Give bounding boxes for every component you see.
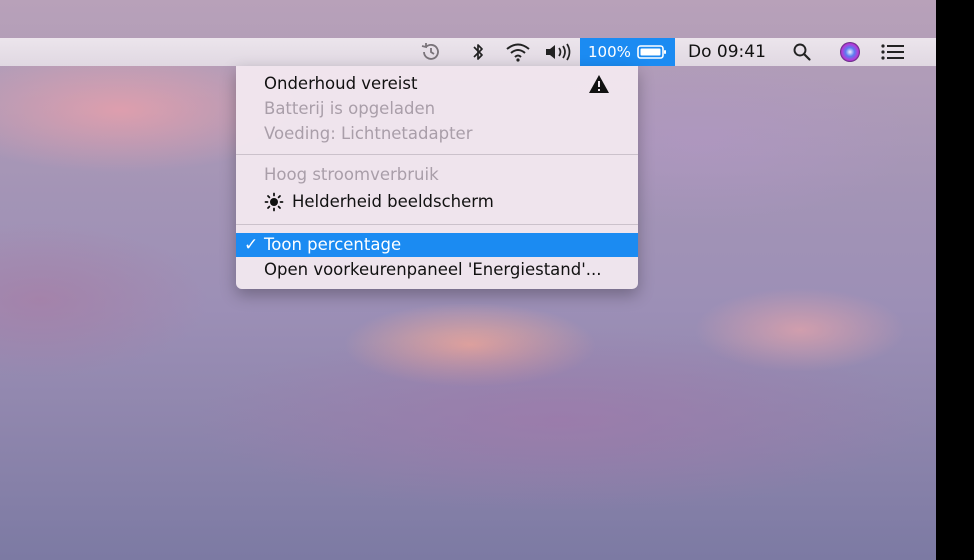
battery-menu-extra[interactable]: 100% (580, 38, 675, 66)
power-source-status: Voeding: Lichtnetadapter (264, 124, 473, 143)
menu-item-show-percentage[interactable]: ✓ Toon percentage (236, 233, 638, 257)
battery-charge-status: Batterij is opgeladen (264, 99, 436, 118)
menu-bar: 100% Do 09:41 (0, 38, 936, 66)
spotlight-search-icon[interactable] (790, 38, 814, 66)
notification-center-icon[interactable] (878, 38, 908, 66)
battery-percentage: 100% (588, 43, 631, 61)
menu-item-label: Toon percentage (264, 235, 402, 254)
time-machine-icon[interactable] (418, 38, 444, 66)
brightness-icon (264, 192, 284, 216)
battery-dropdown-menu: Onderhoud vereist Batterij is opgeladen … (236, 66, 638, 289)
bluetooth-icon[interactable] (468, 38, 488, 66)
volume-icon[interactable] (543, 38, 575, 66)
menu-item-open-energy-preferences[interactable]: Open voorkeurenpaneel 'Energiestand'... (264, 260, 602, 279)
menu-separator (236, 224, 638, 225)
menu-separator (236, 154, 638, 155)
menubar-clock[interactable]: Do 09:41 (688, 38, 766, 66)
desktop-wallpaper: 100% Do 09:41 Onderhoud vereist Batterij… (0, 0, 936, 560)
checkmark-icon: ✓ (244, 235, 259, 255)
menu-item-display-brightness[interactable]: Helderheid beeldscherm (292, 192, 494, 211)
warning-icon (588, 74, 610, 98)
siri-icon[interactable] (838, 38, 862, 66)
battery-icon (637, 44, 667, 60)
wifi-icon[interactable] (503, 38, 533, 66)
battery-condition-title: Onderhoud vereist (264, 74, 418, 93)
high-energy-usage-header: Hoog stroomverbruik (264, 165, 439, 184)
